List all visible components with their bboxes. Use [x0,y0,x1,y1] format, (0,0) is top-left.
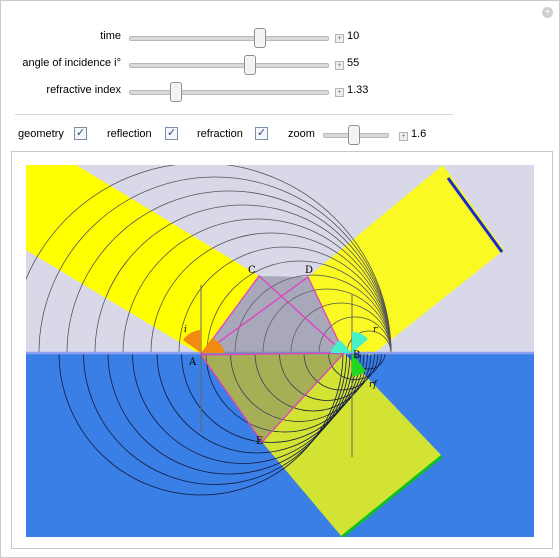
geometry-checkbox[interactable] [74,126,87,140]
zoom-slider-thumb[interactable] [347,125,360,145]
point-c-label: C [248,265,256,276]
demonstration-frame: + time + 10 angle of incidence i° + 55 r… [0,0,560,558]
index-slider-thumb[interactable] [170,82,182,102]
time-slider-thumb[interactable] [254,28,266,48]
time-label: time [100,30,121,42]
time-value: 10 [347,30,360,42]
index-expand-icon[interactable]: + [335,88,344,97]
options-row: geometry reflection refraction zoom + 1.… [1,124,560,146]
zoom-expand-icon[interactable]: + [399,132,408,141]
point-e-label: E [256,436,263,447]
angle-slider[interactable] [129,55,329,75]
reflection-label: reflection [107,128,152,140]
time-slider-track[interactable] [129,36,329,41]
expand-icon[interactable]: + [542,7,553,18]
index-slider-track[interactable] [129,90,329,95]
divider [15,114,453,115]
index-label: refractive index [46,84,121,96]
index-value: 1.33 [347,84,369,96]
angle-label-text: angle of incidence i° [22,57,121,69]
refraction-label: refraction [197,128,243,140]
point-d-label: D [305,265,313,276]
zoom-value: 1.6 [411,128,427,140]
incidence-angle-label: i [184,325,187,335]
angle-value: 55 [347,57,360,69]
reflection-angle-label: r [373,325,378,335]
time-control: time + 10 [1,26,560,48]
refraction-checkbox[interactable] [255,126,268,140]
point-b-label: B [353,350,360,361]
angle-slider-track[interactable] [129,63,329,68]
point-a-label: A [188,357,197,368]
zoom-label: zoom [288,128,315,140]
plot-panel: A B C D E i r rf [11,151,553,549]
index-control: refractive index + 1.33 [1,80,560,102]
time-slider[interactable] [129,28,329,48]
wave-plot: A B C D E i r rf [26,165,534,537]
geometry-label: geometry [18,128,64,140]
index-slider[interactable] [129,82,329,102]
angle-expand-icon[interactable]: + [335,61,344,70]
angle-slider-thumb[interactable] [244,55,256,75]
angle-control: angle of incidence i° + 55 [1,53,560,75]
zoom-slider[interactable] [323,125,389,145]
time-expand-icon[interactable]: + [335,34,344,43]
reflection-checkbox[interactable] [165,126,178,140]
angle-label: angle of incidence i° [22,57,121,69]
